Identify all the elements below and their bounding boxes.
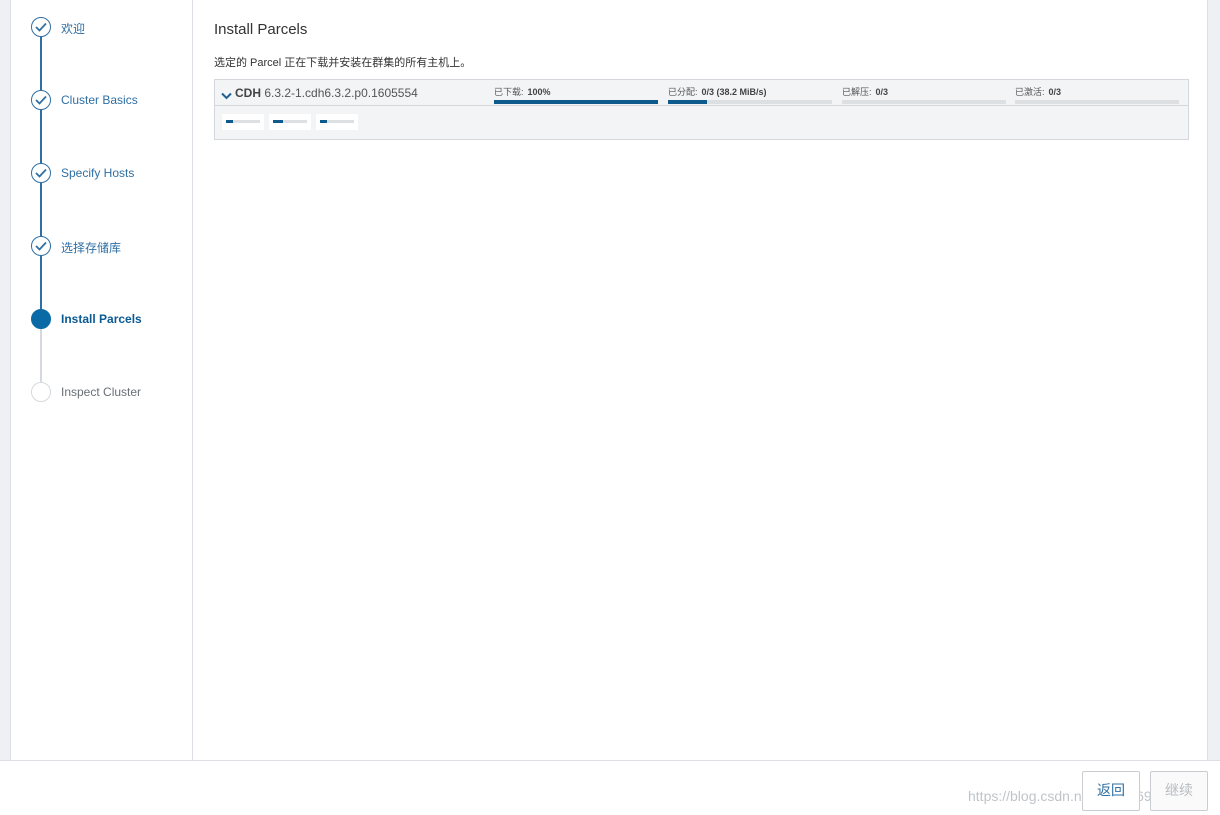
check-icon: [31, 90, 51, 110]
host-progress-item[interactable]: [316, 114, 358, 130]
stage-activated: 已激活: 0/3: [1015, 85, 1179, 104]
check-icon: [31, 236, 51, 256]
progress-bar: [842, 100, 1006, 104]
progress-bar: [668, 100, 832, 104]
continue-button: 继续: [1150, 771, 1208, 811]
progress-bar: [1015, 100, 1179, 104]
step-connector: [40, 329, 42, 382]
pending-step-icon: [31, 382, 51, 402]
page-title: Install Parcels: [214, 21, 308, 38]
step-select-repository[interactable]: 选择存储库: [31, 236, 191, 256]
stage-value: 0/3: [1048, 87, 1062, 97]
step-specify-hosts[interactable]: Specify Hosts: [31, 163, 191, 183]
host-progress-fill: [273, 120, 284, 123]
step-label: Specify Hosts: [61, 166, 135, 180]
stage-unpacked: 已解压: 0/3: [842, 85, 1006, 104]
host-progress-item[interactable]: [222, 114, 264, 130]
stage-distributed: 已分配: 0/3 (38.2 MiB/s): [668, 85, 832, 104]
step-cluster-basics[interactable]: Cluster Basics: [31, 90, 191, 110]
stage-label: 已分配:: [668, 87, 698, 97]
step-connector: [40, 256, 42, 309]
wizard-footer: https://blog.csdn.net/qq_39697909 返回 继续: [0, 760, 1220, 815]
stage-downloaded: 已下载: 100%: [494, 85, 658, 104]
host-progress-item[interactable]: [269, 114, 311, 130]
stage-value: 0/3: [875, 87, 889, 97]
stage-value: 0/3 (38.2 MiB/s): [701, 87, 767, 97]
progress-fill: [668, 100, 708, 104]
page-description: 选定的 Parcel 正在下载并安装在群集的所有主机上。: [214, 57, 472, 69]
host-progress-fill: [320, 120, 327, 123]
step-welcome[interactable]: 欢迎: [31, 17, 191, 37]
step-label: Inspect Cluster: [61, 385, 142, 399]
stage-label: 已激活:: [1015, 87, 1045, 97]
step-connector: [40, 37, 42, 90]
active-step-icon: [31, 309, 51, 329]
stage-label: 已解压:: [842, 87, 872, 97]
progress-bar: [494, 100, 658, 104]
wizard-frame: 欢迎 Cluster Basics Specify Hosts 选择存储库 In…: [10, 0, 1208, 760]
step-install-parcels[interactable]: Install Parcels: [31, 309, 191, 329]
wizard-steps-sidebar: 欢迎 Cluster Basics Specify Hosts 选择存储库 In…: [11, 0, 193, 760]
check-icon: [31, 163, 51, 183]
step-label: 欢迎: [61, 22, 86, 36]
parcel-name: CDH 6.3.2-1.cdh6.3.2.p0.1605554: [235, 86, 418, 100]
step-label: Cluster Basics: [61, 93, 138, 107]
step-connector: [40, 110, 42, 163]
host-progress-fill: [226, 120, 233, 123]
step-inspect-cluster: Inspect Cluster: [31, 382, 191, 402]
stage-label: 已下载:: [494, 87, 524, 97]
step-label: Install Parcels: [61, 312, 142, 326]
chevron-down-icon[interactable]: [221, 87, 232, 105]
parcel-product: CDH: [235, 86, 261, 100]
step-label: 选择存储库: [61, 241, 122, 255]
parcel-panel: CDH 6.3.2-1.cdh6.3.2.p0.1605554 已下载: 100%…: [214, 79, 1189, 140]
check-icon: [31, 17, 51, 37]
back-button[interactable]: 返回: [1082, 771, 1140, 811]
parcel-version: 6.3.2-1.cdh6.3.2.p0.1605554: [264, 86, 418, 100]
progress-fill: [494, 100, 658, 104]
parcel-row[interactable]: CDH 6.3.2-1.cdh6.3.2.p0.1605554 已下载: 100%…: [215, 80, 1188, 106]
stage-value: 100%: [527, 87, 551, 97]
step-connector: [40, 183, 42, 236]
